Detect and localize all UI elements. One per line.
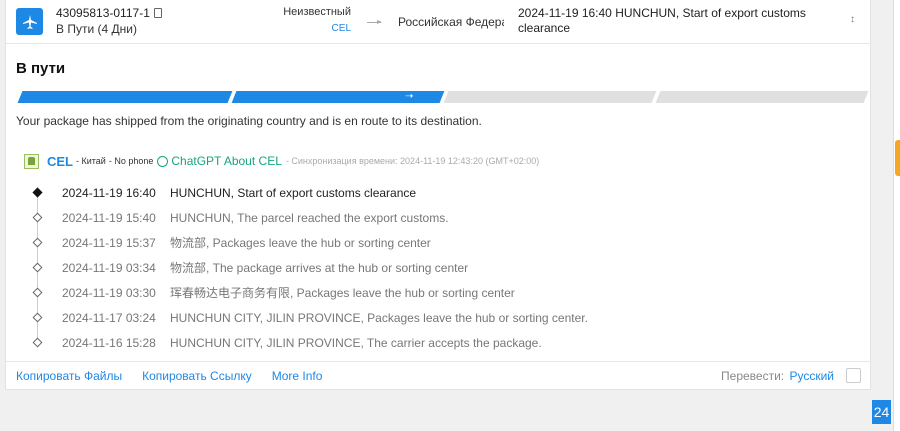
card-footer: Копировать Файлы Копировать Ссылку More … bbox=[6, 361, 870, 390]
carrier-phone: - No phone bbox=[108, 156, 154, 166]
event-dot-icon bbox=[32, 262, 43, 273]
expand-icon[interactable]: ↕ bbox=[850, 14, 855, 25]
page-title: В пути bbox=[16, 60, 66, 77]
carrier-logo-icon bbox=[24, 153, 39, 169]
event-time: 2024-11-19 15:40 bbox=[62, 210, 156, 225]
event-text: 珲春畅达电子商务有限, Packages leave the hub or so… bbox=[170, 286, 515, 300]
status-description: Your package has shipped from the origin… bbox=[16, 114, 482, 128]
carrier-info: CEL - Китай - No phone ChatGPT About CEL… bbox=[24, 152, 539, 170]
timeline-event: 2024-11-16 15:28 HUNCHUN CITY, JILIN PRO… bbox=[26, 330, 866, 355]
timeline-event: 2024-11-19 15:37 物流部, Packages leave the… bbox=[26, 230, 866, 255]
translate-label: Перевести: bbox=[721, 369, 785, 383]
copy-link-link[interactable]: Копировать Ссылку bbox=[142, 369, 252, 383]
event-dot-icon bbox=[32, 337, 43, 348]
translate-checkbox[interactable] bbox=[846, 368, 861, 383]
timeline-event: 2024-11-19 03:34 物流部, The package arrive… bbox=[26, 255, 866, 280]
carrier-country: - Китай bbox=[76, 156, 106, 166]
chatgpt-link[interactable]: ChatGPT About CEL bbox=[171, 154, 282, 168]
event-dot-icon bbox=[32, 212, 43, 223]
event-time: 2024-11-19 03:30 bbox=[62, 285, 156, 300]
event-text: HUNCHUN, Start of export customs clearan… bbox=[170, 185, 417, 200]
transit-status: В Пути (4 Дни) bbox=[56, 22, 137, 36]
chatgpt-icon bbox=[157, 155, 169, 167]
tracking-number: 43095813-0117-1 bbox=[56, 6, 162, 20]
event-text: 物流部, The package arrives at the hub or s… bbox=[170, 261, 469, 275]
last-event: 2024-11-19 16:40 HUNCHUN, Start of expor… bbox=[518, 6, 806, 35]
event-text: HUNCHUN, The parcel reached the export c… bbox=[170, 210, 449, 225]
event-text: HUNCHUN CITY, JILIN PROVINCE, Packages l… bbox=[170, 310, 588, 325]
carrier-name[interactable]: CEL bbox=[47, 154, 73, 169]
more-info-link[interactable]: More Info bbox=[272, 369, 323, 383]
progress-segment-3 bbox=[443, 91, 657, 103]
sync-time: - Синхронизация времени: 2024-11-19 12:4… bbox=[285, 156, 540, 166]
notification-badge[interactable]: 24 bbox=[872, 400, 891, 424]
copy-files-link[interactable]: Копировать Файлы bbox=[16, 369, 122, 383]
translate-control: Перевести: Русский bbox=[721, 369, 834, 383]
event-dot-icon bbox=[32, 187, 43, 198]
event-dot-icon bbox=[32, 237, 43, 248]
event-timeline: 2024-11-19 16:40 HUNCHUN, Start of expor… bbox=[26, 180, 866, 355]
progress-bar bbox=[16, 91, 869, 103]
side-panel-accent bbox=[895, 140, 900, 176]
plane-icon bbox=[16, 8, 43, 35]
timeline-event: 2024-11-19 15:40 HUNCHUN, The parcel rea… bbox=[26, 205, 866, 230]
event-dot-icon bbox=[32, 287, 43, 298]
translate-language[interactable]: Русский bbox=[789, 369, 834, 383]
origin-country: Неизвестный bbox=[283, 6, 351, 18]
route-arrow-icon bbox=[367, 20, 382, 24]
destination-country: Российская Федерация bbox=[398, 15, 504, 29]
tracking-header[interactable]: 43095813-0117-1 В Пути (4 Дни) Неизвестн… bbox=[6, 0, 870, 44]
event-time: 2024-11-19 03:34 bbox=[62, 260, 156, 275]
origin-carrier[interactable]: CEL bbox=[332, 23, 351, 34]
event-text: 物流部, Packages leave the hub or sorting c… bbox=[170, 236, 431, 250]
copy-icon[interactable] bbox=[153, 8, 162, 18]
event-time: 2024-11-16 15:28 bbox=[62, 335, 156, 350]
progress-segment-1 bbox=[17, 91, 233, 103]
event-dot-icon bbox=[32, 312, 43, 323]
timeline-event: 2024-11-19 16:40 HUNCHUN, Start of expor… bbox=[26, 180, 866, 205]
timeline-event: 2024-11-19 03:30 珲春畅达电子商务有限, Packages le… bbox=[26, 280, 866, 305]
progress-plane-icon: ➝ bbox=[405, 91, 414, 102]
timeline-event: 2024-11-17 03:24 HUNCHUN CITY, JILIN PRO… bbox=[26, 305, 866, 330]
event-text: HUNCHUN CITY, JILIN PROVINCE, The carrie… bbox=[170, 335, 542, 350]
progress-segment-4 bbox=[655, 91, 869, 103]
event-time: 2024-11-19 16:40 bbox=[62, 185, 156, 200]
side-panel-edge bbox=[893, 0, 900, 431]
event-time: 2024-11-19 15:37 bbox=[62, 235, 156, 250]
event-time: 2024-11-17 03:24 bbox=[62, 310, 156, 325]
tracking-card: 43095813-0117-1 В Пути (4 Дни) Неизвестн… bbox=[5, 0, 871, 390]
